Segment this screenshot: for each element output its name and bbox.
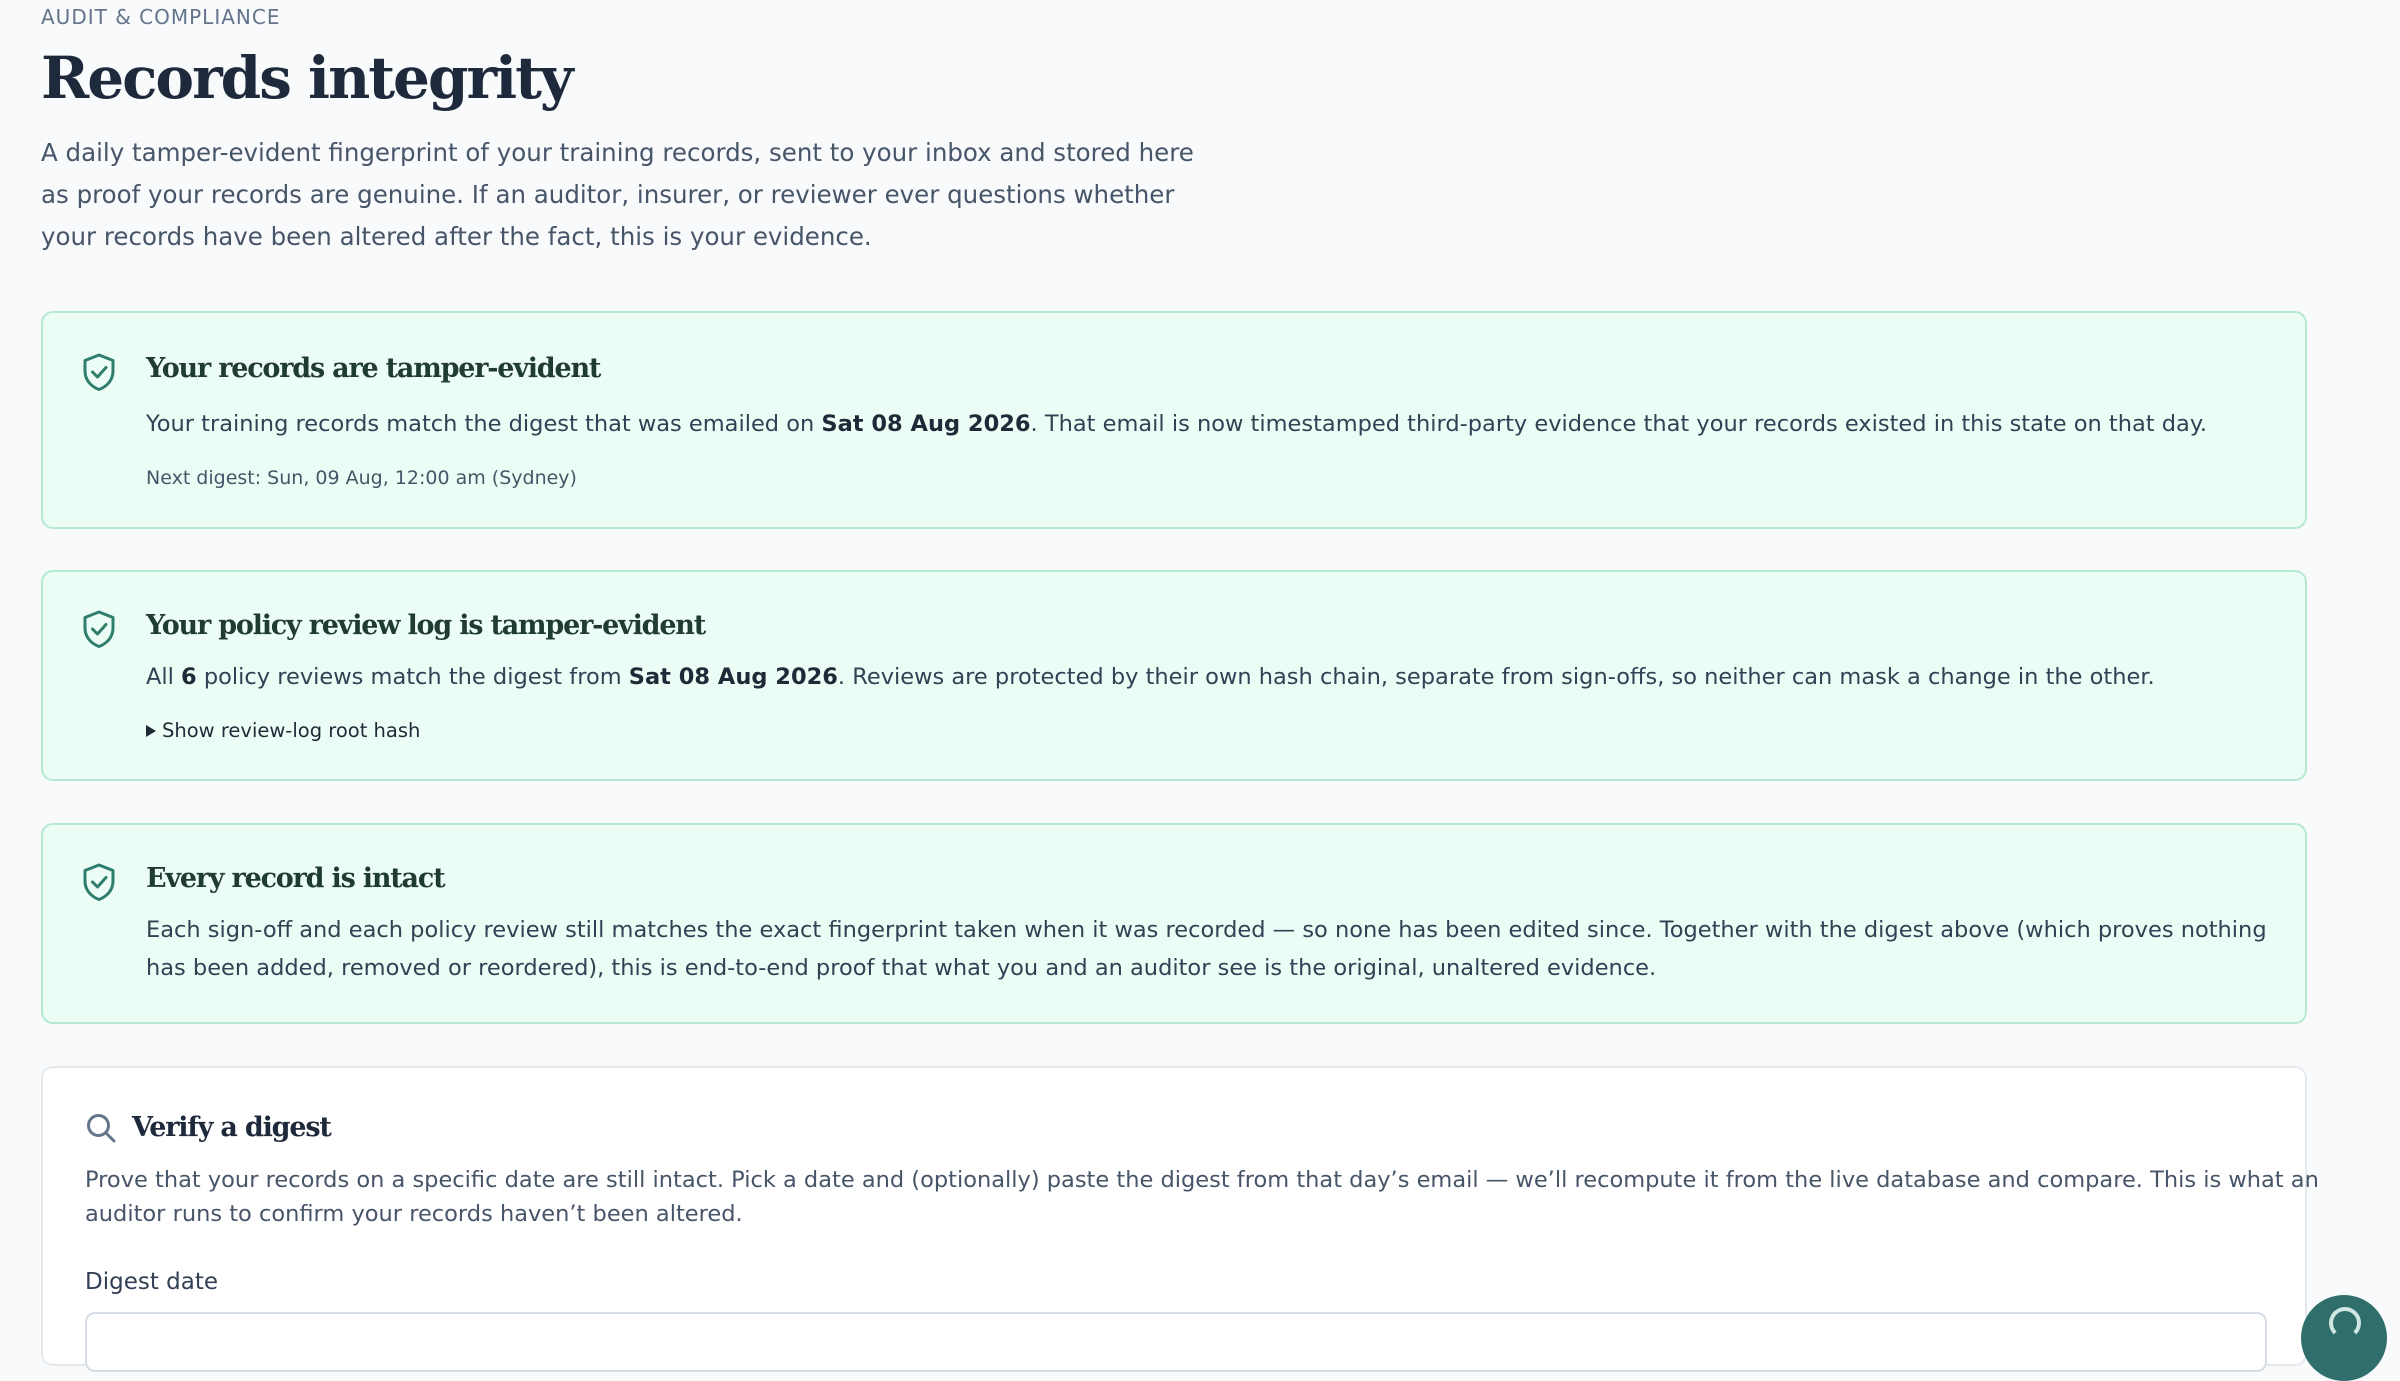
verify-digest-description: Prove that your records on a specific da… — [85, 1167, 2319, 1227]
card-description-text: . Reviews are protected by their own has… — [837, 664, 2155, 690]
card-title: Every record is intact — [146, 863, 446, 894]
toggle-label: Show review-log root hash — [162, 719, 421, 742]
card-description-text: policy reviews match the digest from — [196, 664, 629, 690]
digest-date: Sat 08 Aug 2026 — [628, 664, 838, 690]
card-title: Your records are tamper-evident — [146, 353, 601, 384]
help-chat-icon — [2329, 1307, 2361, 1339]
shield-check-icon — [83, 863, 115, 901]
verify-digest-title: Verify a digest — [132, 1112, 332, 1143]
shield-check-icon — [83, 610, 115, 648]
card-description: Your training records match the digest t… — [146, 405, 2276, 443]
next-digest-time: Next digest: Sun, 09 Aug, 12:00 am (Sydn… — [146, 467, 577, 489]
section-eyebrow: AUDIT & COMPLIANCE — [41, 5, 281, 29]
help-chat-button[interactable] — [2301, 1295, 2387, 1381]
search-icon — [87, 1114, 116, 1143]
card-description-text: Your training records match the digest t… — [146, 411, 822, 437]
records-tamper-evident-card: Your records are tamper-evident Your tra… — [41, 311, 2307, 529]
card-description-text: . That email is now timestamped third-pa… — [1030, 411, 2208, 437]
page-intro: A daily tamper-evident fingerprint of yo… — [41, 138, 1194, 251]
card-description: All 6 policy reviews match the digest fr… — [146, 658, 2276, 696]
shield-check-icon — [83, 353, 115, 391]
verify-digest-panel: Verify a digest Prove that your records … — [41, 1066, 2319, 1372]
card-description: Each sign-off and each policy review sti… — [146, 917, 2267, 981]
policy-review-log-card: Your policy review log is tamper-evident… — [41, 570, 2307, 781]
digest-date-input[interactable] — [85, 1312, 2267, 1372]
every-record-intact-card: Every record is intact Each sign-off and… — [41, 823, 2307, 1024]
show-review-log-root-hash-toggle[interactable]: Show review-log root hash — [146, 718, 420, 744]
disclosure-triangle-icon — [146, 725, 156, 737]
digest-date-label: Digest date — [85, 1269, 219, 1295]
digest-date: Sat 08 Aug 2026 — [821, 411, 1031, 437]
page-title: Records integrity — [41, 44, 574, 112]
review-count: 6 — [181, 664, 197, 690]
card-title: Your policy review log is tamper-evident — [146, 610, 706, 641]
card-description-text: All — [146, 664, 182, 690]
